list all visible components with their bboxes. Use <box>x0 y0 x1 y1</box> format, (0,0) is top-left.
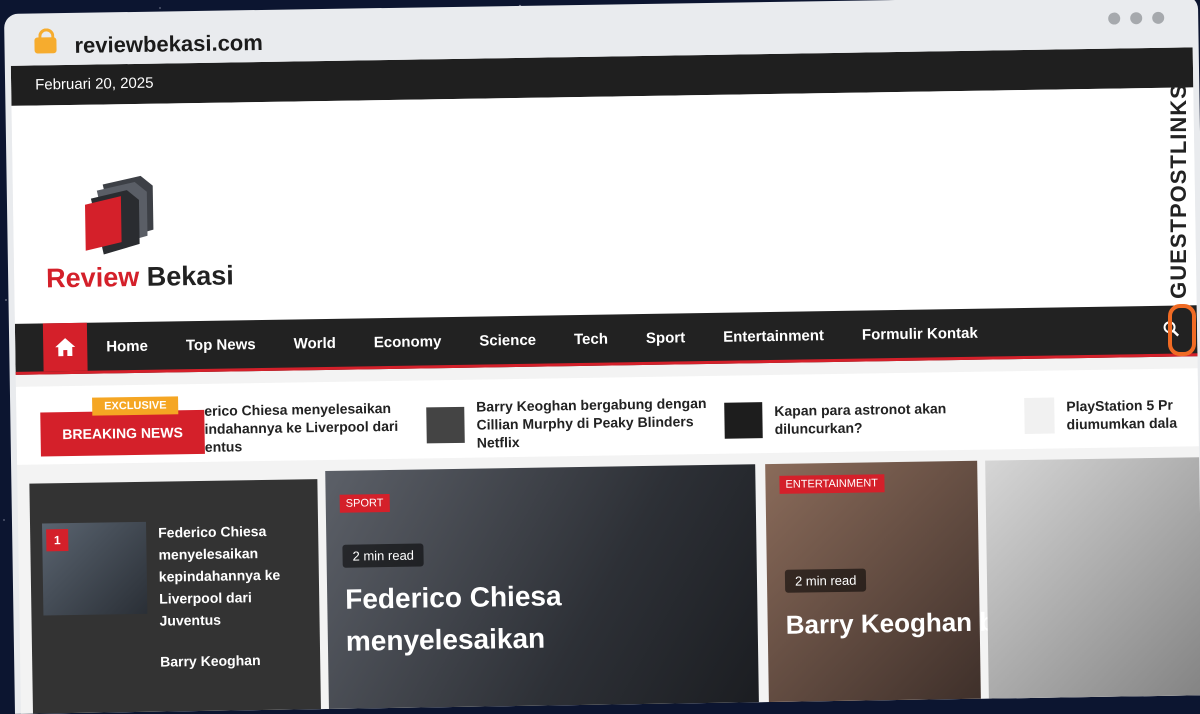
ticker-title[interactable]: PlayStation 5 Pr diumumkan dala <box>1066 396 1177 434</box>
window-dot-icon[interactable] <box>1108 12 1121 25</box>
news-ticker: erico Chiesa menyelesaikan indahannya ke… <box>204 386 1199 456</box>
trending-item[interactable]: 1 Federico Chiesa menyelesaikan kepindah… <box>42 519 306 629</box>
website: Februari 20, 2025 Review Bekasi Home Top… <box>10 47 1200 714</box>
lock-icon <box>34 37 57 54</box>
trending-sidebar: 1 Federico Chiesa menyelesaikan kepindah… <box>29 479 322 714</box>
nav-tech[interactable]: Tech <box>555 330 627 348</box>
ticker-item[interactable]: PlayStation 5 Pr diumumkan dala <box>1024 386 1199 443</box>
featured-article[interactable]: SPORT 2 min read Federico Chiesa menyele… <box>325 464 760 714</box>
trending-title[interactable]: Federico Chiesa menyelesaikan kepindahan… <box>158 519 300 631</box>
trending-thumbnail[interactable]: 1 <box>42 521 148 616</box>
category-tag[interactable]: ENTERTAINMENT <box>779 474 885 494</box>
nav-economy[interactable]: Economy <box>355 332 461 351</box>
ticker-item[interactable]: Kapan para astronot akan diluncurkan? <box>724 390 975 448</box>
link-icon <box>1168 304 1196 356</box>
ticker-thumbnail[interactable] <box>426 406 465 444</box>
current-date: Februari 20, 2025 <box>34 74 154 94</box>
guestpostlinks-watermark: GUESTPOSTLINKS <box>1166 58 1196 358</box>
logo-word-review: Review <box>45 261 140 294</box>
category-tag[interactable]: SPORT <box>339 494 390 513</box>
breaking-news-label: BREAKING NEWS <box>40 409 205 457</box>
nav-science[interactable]: Science <box>460 331 555 349</box>
nav-world[interactable]: World <box>275 334 355 352</box>
trending-number: 1 <box>46 529 69 552</box>
site-header: Review Bekasi <box>11 87 1197 324</box>
ticker-title[interactable]: Kapan para astronot akan diluncurkan? <box>774 399 975 438</box>
ticker-title[interactable]: erico Chiesa menyelesaikan indahannya ke… <box>204 399 399 456</box>
nav-entertainment[interactable]: Entertainment <box>704 326 843 346</box>
nav-formulir-kontak[interactable]: Formulir Kontak <box>843 324 997 343</box>
main-content: 1 Federico Chiesa menyelesaikan kepindah… <box>29 457 1200 714</box>
ticker-thumbnail[interactable] <box>1024 397 1055 435</box>
secondary-article[interactable]: ENTERTAINMENT 2 min read Barry Keoghan b… <box>765 460 1114 714</box>
logo-icon[interactable] <box>83 174 164 255</box>
nav-sport[interactable]: Sport <box>627 329 704 347</box>
window-dot-icon[interactable] <box>1152 11 1165 24</box>
logo-word-bekasi: Bekasi <box>146 260 235 292</box>
ticker-title[interactable]: Barry Keoghan bergabung dengan Cillian M… <box>476 394 717 452</box>
read-time: 2 min read <box>342 543 425 568</box>
breaking-news-bar: BREAKING NEWS EXCLUSIVE erico Chiesa men… <box>15 368 1199 465</box>
site-logo[interactable]: Review Bekasi <box>46 260 234 294</box>
trending-title[interactable]: Barry Keoghan <box>160 652 261 670</box>
watermark-text: GUESTPOSTLINKS <box>1166 83 1191 299</box>
nav-top-news[interactable]: Top News <box>167 335 275 354</box>
featured-title[interactable]: Federico Chiesa menyelesaikan <box>345 575 566 662</box>
ticker-thumbnail[interactable] <box>724 402 763 439</box>
url-text[interactable]: reviewbekasi.com <box>74 30 263 59</box>
exclusive-badge: EXCLUSIVE <box>92 396 179 416</box>
ticker-item[interactable]: Barry Keoghan bergabung dengan Cillian M… <box>426 394 717 453</box>
ticker-item[interactable]: erico Chiesa menyelesaikan indahannya ke… <box>204 399 399 456</box>
nav-home[interactable]: Home <box>87 337 167 355</box>
browser-window: reviewbekasi.com Februari 20, 2025 Revie… <box>4 0 1200 714</box>
home-icon-button[interactable] <box>42 322 88 372</box>
article-image[interactable] <box>985 457 1200 714</box>
home-icon <box>55 338 76 357</box>
window-controls <box>1108 11 1165 25</box>
read-time: 2 min read <box>784 568 867 593</box>
window-dot-icon[interactable] <box>1130 12 1143 25</box>
